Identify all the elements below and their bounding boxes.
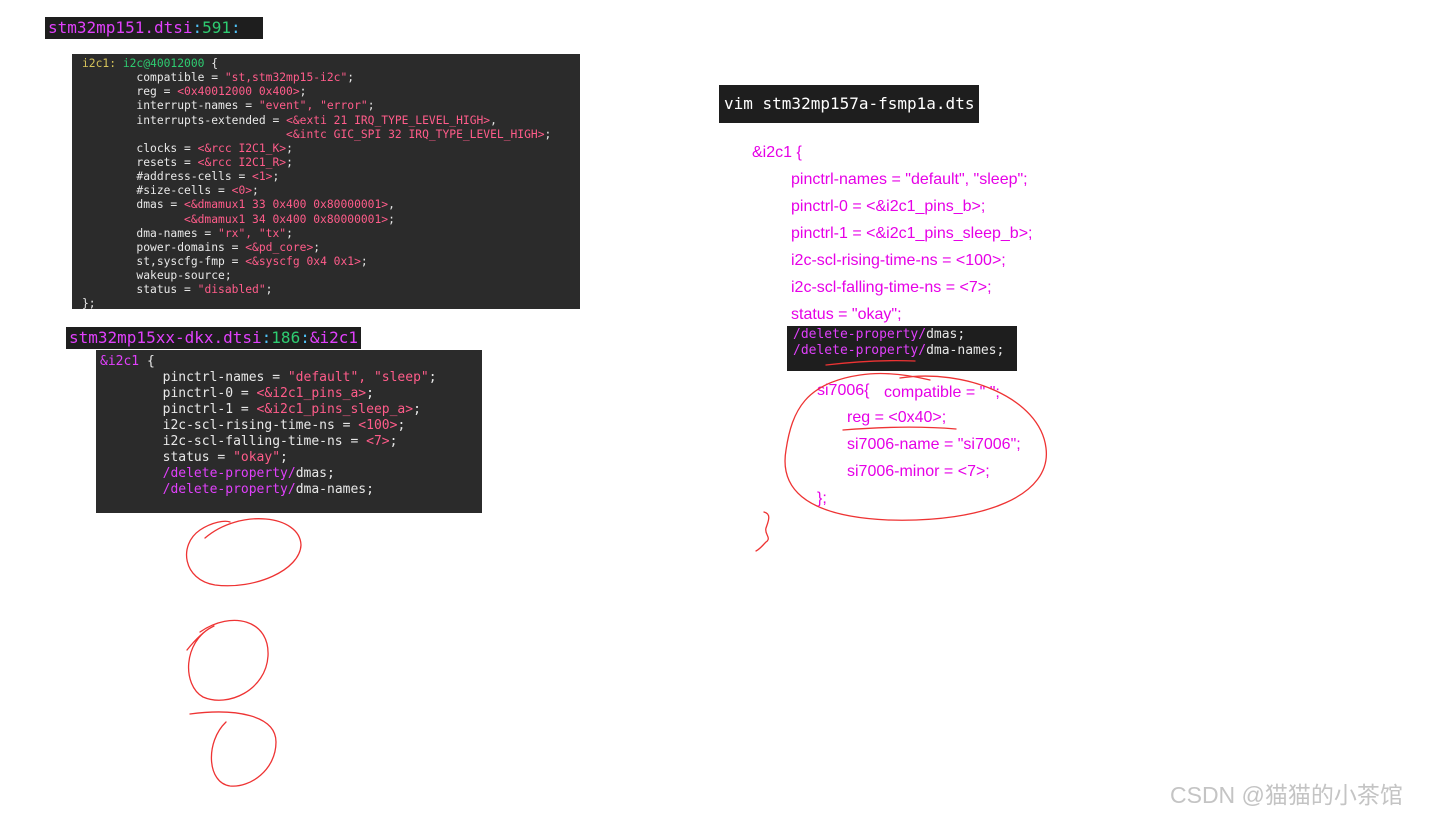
ink-underline-reg (842, 426, 957, 431)
ink-ellipse-si7006 (784, 372, 1047, 521)
ink-strokes (185, 359, 1047, 787)
ink-circle-3 (189, 711, 277, 787)
ink-circle-1 (185, 518, 302, 587)
ink-circle-2 (186, 619, 269, 701)
watermark: CSDN @猫猫的小茶馆 (1170, 782, 1403, 808)
ink-brace (755, 511, 770, 552)
ink-strike (825, 359, 916, 366)
